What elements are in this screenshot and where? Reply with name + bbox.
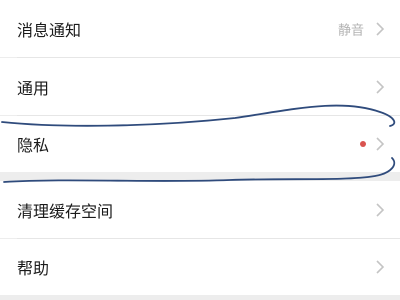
chevron-right-icon xyxy=(376,79,385,94)
chevron-right-icon xyxy=(376,137,385,151)
settings-item-help[interactable]: 帮助 xyxy=(0,239,400,295)
chevron-right-icon xyxy=(376,21,385,36)
settings-item-label: 通用 xyxy=(17,78,50,98)
settings-item-privacy[interactable]: 隐私 xyxy=(0,116,400,172)
settings-item-label: 隐私 xyxy=(17,136,50,155)
settings-item-label: 帮助 xyxy=(17,259,50,278)
chevron-right-icon xyxy=(376,260,385,274)
settings-item-notifications[interactable]: 消息通知 静音 xyxy=(0,0,400,57)
settings-list: 消息通知 静音 通用 隐私 清理缓存空间 帮助 xyxy=(0,0,400,300)
notification-status-value: 静音 xyxy=(337,23,364,38)
settings-item-general[interactable]: 通用 xyxy=(0,58,400,115)
settings-item-label: 清理缓存空间 xyxy=(17,201,114,221)
notification-dot xyxy=(360,141,366,147)
chevron-right-icon xyxy=(376,202,385,217)
settings-item-label: 消息通知 xyxy=(17,20,82,40)
settings-item-clear-cache[interactable]: 清理缓存空间 xyxy=(0,181,400,238)
